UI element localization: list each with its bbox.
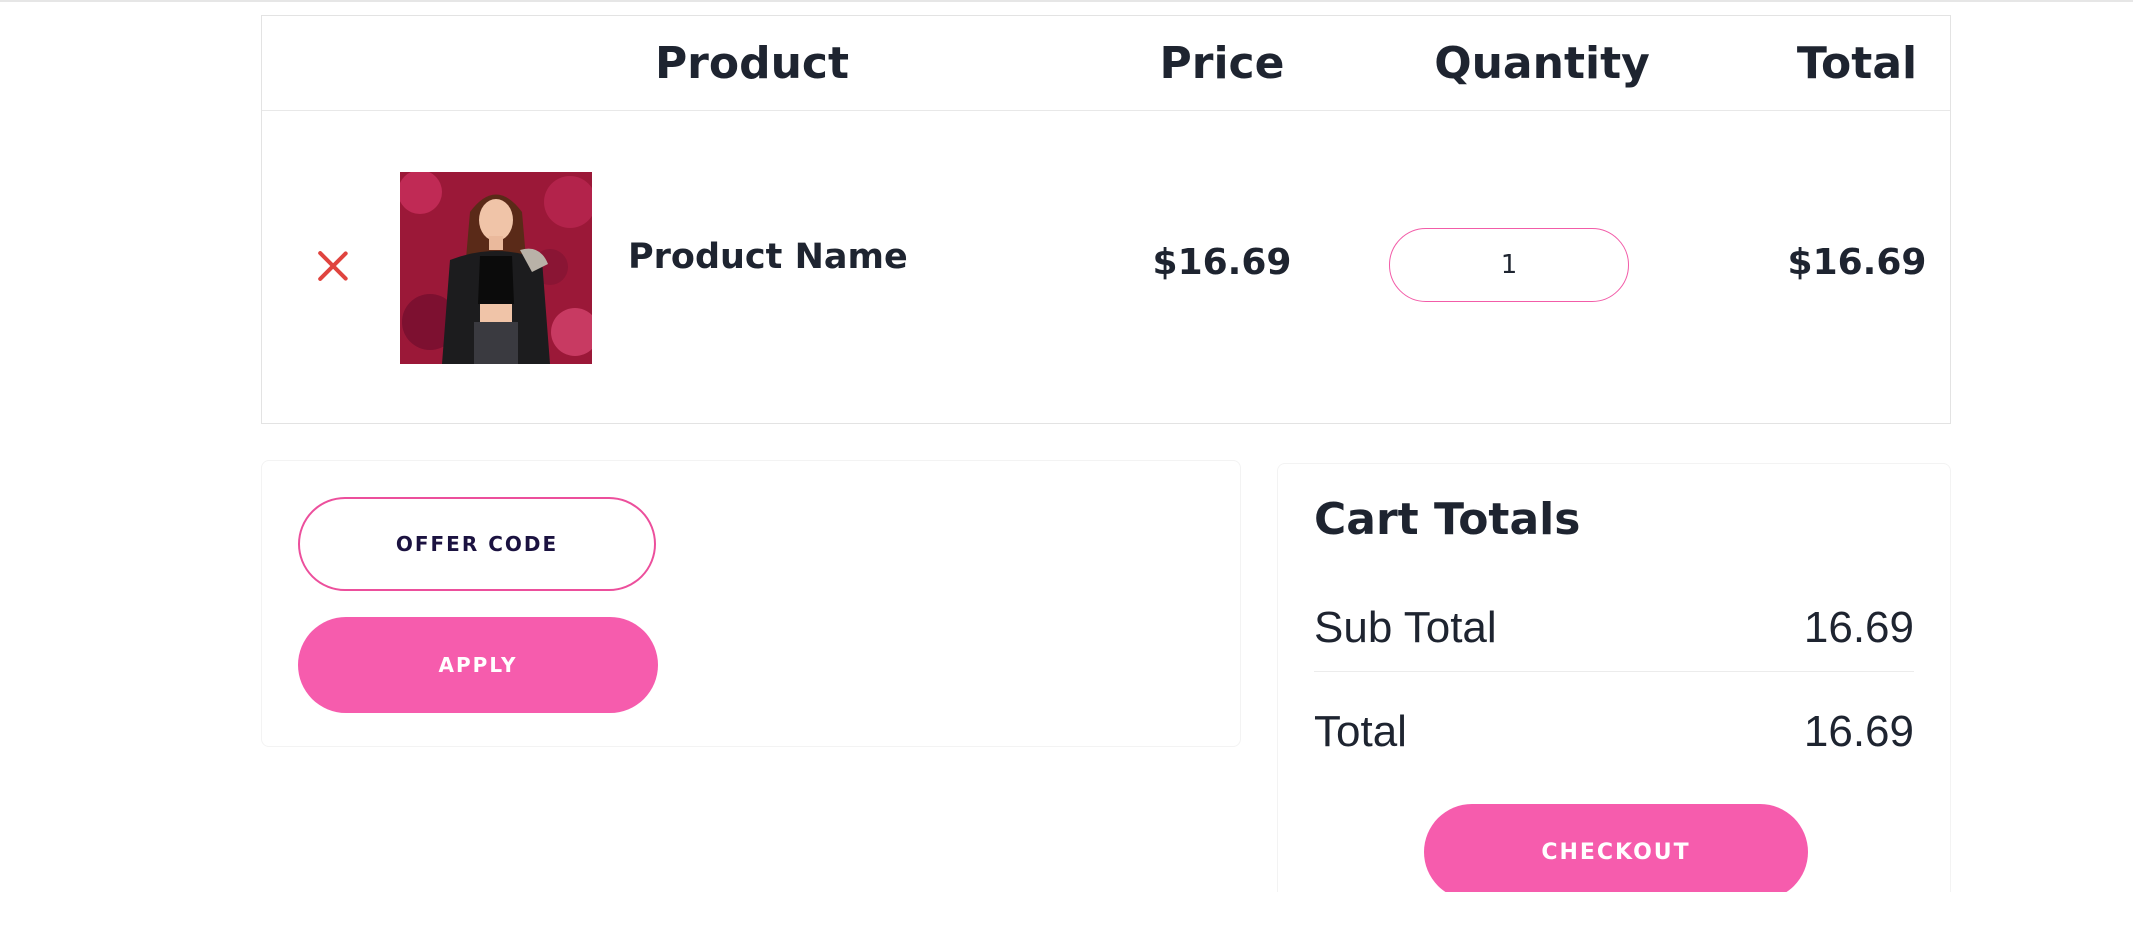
quantity-input[interactable] xyxy=(1389,228,1629,302)
product-name[interactable]: Product Name xyxy=(628,237,908,277)
header-product: Product xyxy=(654,38,850,89)
sub-total-label: Sub Total xyxy=(1314,603,1497,652)
coupon-panel: APPLY xyxy=(261,460,1241,747)
product-photo-illustration xyxy=(400,172,592,364)
cart-totals-panel: Cart Totals Sub Total 16.69 Total 16.69 … xyxy=(1277,463,1951,942)
header-price: Price xyxy=(1159,38,1285,89)
top-divider xyxy=(0,0,2133,2)
price-cell: $16.69 xyxy=(1152,242,1292,283)
viewport-bottom xyxy=(0,892,2133,942)
cart-table-header: Product Price Quantity Total xyxy=(262,16,1950,111)
table-row: Product Name $16.69 $16.69 xyxy=(262,112,1950,424)
sub-total-row: Sub Total 16.69 xyxy=(1314,584,1914,672)
header-quantity: Quantity xyxy=(1434,38,1650,89)
offer-code-input[interactable] xyxy=(298,497,656,591)
header-total: Total xyxy=(1796,38,1918,89)
total-value: 16.69 xyxy=(1803,707,1914,756)
total-row: Total 16.69 xyxy=(1314,688,1914,776)
cart-table: Product Price Quantity Total Product Nam… xyxy=(261,15,1951,424)
total-label: Total xyxy=(1314,707,1407,756)
sub-total-value: 16.69 xyxy=(1803,603,1914,652)
cart-totals-title: Cart Totals xyxy=(1314,494,1581,545)
apply-button[interactable]: APPLY xyxy=(298,617,658,713)
close-icon[interactable] xyxy=(317,250,349,282)
checkout-button[interactable]: CHECKOUT xyxy=(1424,804,1808,900)
row-total-cell: $16.69 xyxy=(1787,242,1927,283)
product-image[interactable] xyxy=(400,172,592,364)
